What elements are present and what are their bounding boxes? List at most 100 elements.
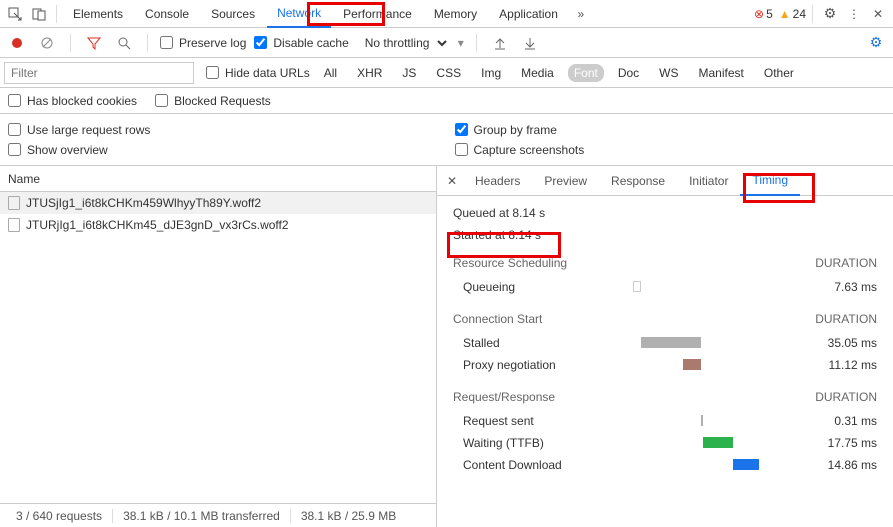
tab-memory[interactable]: Memory [424,1,487,27]
kebab-menu-icon[interactable]: ⋮ [843,3,865,25]
started-at-text: Started at 8.14 s [453,228,877,242]
filter-funnel-icon[interactable] [83,32,105,54]
warning-count: 24 [793,7,806,21]
error-count: 5 [766,7,773,21]
timing-label: Proxy negotiation [453,358,633,372]
error-count-badge[interactable]: ⊗5 [754,7,773,21]
network-options-bar: Use large request rows Show overview Gro… [0,114,893,166]
tab-sources[interactable]: Sources [201,1,265,27]
group-by-frame-checkbox[interactable]: Group by frame [455,123,886,137]
use-large-rows-label: Use large request rows [27,123,150,137]
status-requests: 3 / 640 requests [6,509,113,523]
tab-console[interactable]: Console [135,1,199,27]
has-blocked-cookies-checkbox[interactable]: Has blocked cookies [8,94,137,108]
request-list-panel: Name JTUSjIg1_i6t8kCHKm459WlhyyTh89Y.wof… [0,166,437,527]
request-file-name: JTUSjIg1_i6t8kCHKm459WlhyyTh89Y.woff2 [26,196,261,210]
disable-cache-checkbox[interactable]: Disable cache [254,36,348,50]
name-column-header[interactable]: Name [0,166,436,192]
timing-label: Waiting (TTFB) [453,436,633,450]
hide-data-urls-label: Hide data URLs [225,66,310,80]
group-by-frame-label: Group by frame [474,123,557,137]
search-icon[interactable] [113,32,135,54]
file-icon [8,218,20,232]
timing-label: Content Download [453,458,633,472]
filter-font[interactable]: Font [568,64,604,82]
section-title: Request/Response [453,390,555,404]
detail-tab-response[interactable]: Response [599,167,677,195]
timing-value: 7.63 ms [799,280,877,294]
timing-value: 35.05 ms [799,336,877,350]
timing-value: 14.86 ms [799,458,877,472]
network-toolbar: Preserve log Disable cache No throttling… [0,28,893,58]
download-har-icon[interactable] [519,32,541,54]
chevron-down-icon: ▾ [458,36,464,50]
filter-manifest[interactable]: Manifest [693,64,750,82]
file-icon [8,196,20,210]
tab-elements[interactable]: Elements [63,1,133,27]
tab-application[interactable]: Application [489,1,568,27]
detail-tab-headers[interactable]: Headers [463,167,532,195]
section-title: Resource Scheduling [453,256,567,270]
status-resources: 38.1 kB / 25.9 MB [291,509,406,523]
has-blocked-cookies-label: Has blocked cookies [27,94,137,108]
show-overview-checkbox[interactable]: Show overview [8,143,439,157]
filter-xhr[interactable]: XHR [351,64,388,82]
detail-tab-initiator[interactable]: Initiator [677,167,740,195]
filter-doc[interactable]: Doc [612,64,645,82]
devtools-top-toolbar: Elements Console Sources Network Perform… [0,0,893,28]
more-tabs-icon[interactable]: » [570,3,592,25]
filter-input[interactable] [4,62,194,84]
section-title: Connection Start [453,312,542,326]
queued-at-text: Queued at 8.14 s [453,206,877,220]
network-content: Name JTUSjIg1_i6t8kCHKm459WlhyyTh89Y.wof… [0,166,893,527]
timing-value: 17.75 ms [799,436,877,450]
settings-gear-icon[interactable]: ⚙ [819,3,841,25]
filter-css[interactable]: CSS [430,64,467,82]
request-row[interactable]: JTURjIg1_i6t8kCHKm45_dJE3gnD_vx3rCs.woff… [0,214,436,236]
preserve-log-label: Preserve log [179,36,246,50]
hide-data-urls-checkbox[interactable]: Hide data URLs [202,66,310,80]
request-file-name: JTURjIg1_i6t8kCHKm45_dJE3gnD_vx3rCs.woff… [26,218,289,232]
filter-all[interactable]: All [318,64,343,82]
filter-img[interactable]: Img [475,64,507,82]
blocked-bar: Has blocked cookies Blocked Requests [0,88,893,114]
disable-cache-label: Disable cache [273,36,348,50]
duration-label: DURATION [815,312,877,326]
preserve-log-checkbox[interactable]: Preserve log [160,36,246,50]
capture-screenshots-checkbox[interactable]: Capture screenshots [455,143,886,157]
status-bar: 3 / 640 requests 38.1 kB / 10.1 MB trans… [0,503,436,527]
show-overview-label: Show overview [27,143,108,157]
filter-ws[interactable]: WS [653,64,684,82]
close-devtools-icon[interactable]: ✕ [867,3,889,25]
tab-performance[interactable]: Performance [333,1,422,27]
timing-value: 0.31 ms [799,414,877,428]
blocked-requests-label: Blocked Requests [174,94,271,108]
filter-js[interactable]: JS [396,64,422,82]
close-detail-icon[interactable]: ✕ [441,170,463,192]
filter-media[interactable]: Media [515,64,560,82]
duration-label: DURATION [815,390,877,404]
detail-tab-preview[interactable]: Preview [532,167,599,195]
throttling-select[interactable]: No throttling [357,33,450,53]
detail-tabs: ✕ Headers Preview Response Initiator Tim… [437,166,893,196]
network-filter-bar: Hide data URLs All XHR JS CSS Img Media … [0,58,893,88]
request-row[interactable]: JTUSjIg1_i6t8kCHKm459WlhyyTh89Y.woff2 [0,192,436,214]
timing-label: Request sent [453,414,633,428]
upload-har-icon[interactable] [489,32,511,54]
detail-tab-timing[interactable]: Timing [740,166,800,196]
timing-label: Queueing [453,280,633,294]
network-settings-gear-icon[interactable]: ⚙ [865,32,887,54]
status-transferred: 38.1 kB / 10.1 MB transferred [113,509,291,523]
timing-label: Stalled [453,336,633,350]
duration-label: DURATION [815,256,877,270]
use-large-rows-checkbox[interactable]: Use large request rows [8,123,439,137]
capture-screenshots-label: Capture screenshots [474,143,585,157]
record-icon[interactable] [6,32,28,54]
device-toggle-icon[interactable] [28,3,50,25]
warning-count-badge[interactable]: ▲24 [779,7,806,21]
inspect-element-icon[interactable] [4,3,26,25]
filter-other[interactable]: Other [758,64,800,82]
blocked-requests-checkbox[interactable]: Blocked Requests [155,94,271,108]
tab-network[interactable]: Network [267,0,331,28]
clear-icon[interactable] [36,32,58,54]
